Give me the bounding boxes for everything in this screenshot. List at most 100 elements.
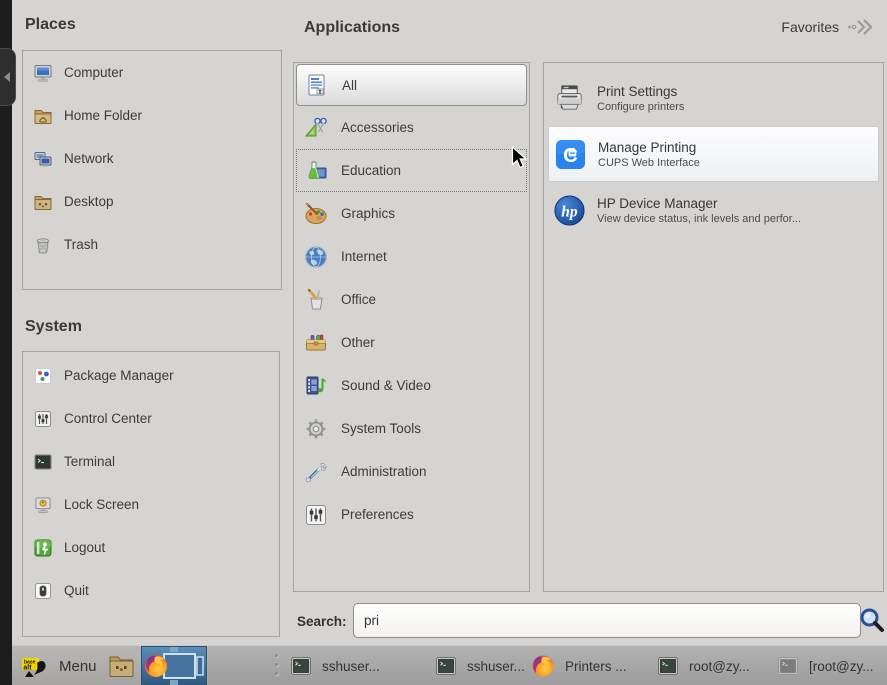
category-label: Education (341, 163, 401, 178)
app-manage-printing[interactable]: C Manage Printing CUPS Web Interface (548, 126, 879, 182)
office-icon (303, 287, 329, 313)
category-label: Administration (341, 464, 427, 479)
firefox-icon (531, 654, 555, 678)
search-icon[interactable] (858, 606, 886, 634)
system-item-label: Logout (64, 540, 105, 555)
taskbar-window-terminal-3[interactable]: root@zy... (657, 650, 750, 682)
terminal-icon (777, 655, 799, 677)
system-box: Package Manager Control Center Terminal … (22, 351, 280, 637)
category-accessories[interactable]: Accessories (296, 106, 527, 149)
accessories-icon (303, 115, 329, 141)
panel-hide-tab[interactable] (0, 48, 16, 106)
system-item-lock-screen[interactable]: Lock Screen (23, 483, 279, 526)
taskbar-window-label: [root@zy... (809, 659, 873, 674)
workspace-switcher[interactable] (141, 646, 207, 685)
place-item-label: Desktop (64, 194, 114, 209)
category-all[interactable]: All (296, 64, 527, 106)
system-item-package-manager[interactable]: Package Manager (23, 354, 279, 397)
education-icon (303, 158, 329, 184)
sound-video-icon (303, 373, 329, 399)
place-item-label: Home Folder (64, 108, 142, 123)
all-applications-icon (304, 72, 330, 98)
system-item-quit[interactable]: Quit (23, 569, 279, 612)
taskbar-window-printers-firefox[interactable]: Printers ... (531, 650, 627, 682)
category-label: Other (341, 335, 375, 350)
app-title: Print Settings (597, 84, 684, 99)
system-item-terminal[interactable]: Terminal (23, 440, 279, 483)
manage-printing-cups-icon: C (554, 138, 587, 171)
category-sound-video[interactable]: Sound & Video (296, 364, 527, 407)
place-item-network[interactable]: Network (23, 137, 281, 180)
workspace-windows-icon (142, 647, 206, 685)
network-icon (33, 149, 53, 169)
package-manager-icon (33, 366, 53, 386)
system-item-label: Terminal (64, 454, 115, 469)
taskbar-drag-handle[interactable] (275, 654, 279, 678)
category-administration[interactable]: Administration (296, 450, 527, 493)
desktop-folder-icon (33, 192, 53, 212)
terminal-icon (290, 655, 312, 677)
internet-icon (303, 244, 329, 270)
category-education[interactable]: Education (296, 149, 527, 192)
lock-screen-icon (33, 495, 53, 515)
desktop-folder-launcher-icon[interactable] (108, 654, 135, 678)
place-item-desktop[interactable]: Desktop (23, 180, 281, 223)
category-office[interactable]: Office (296, 278, 527, 321)
app-hp-device-manager[interactable]: hp HP Device Manager View device status,… (548, 182, 879, 238)
administration-icon (303, 459, 329, 485)
category-label: Graphics (341, 206, 395, 221)
place-item-trash[interactable]: Trash (23, 223, 281, 266)
taskbar-window-terminal-2[interactable]: sshuser... (435, 650, 525, 682)
system-item-logout[interactable]: Logout (23, 526, 279, 569)
app-title: Manage Printing (598, 140, 700, 155)
other-icon (303, 330, 329, 356)
terminal-icon (657, 655, 679, 677)
category-label: Internet (341, 249, 387, 264)
category-other[interactable]: Other (296, 321, 527, 364)
taskbar-window-terminal-4[interactable]: [root@zy... (777, 650, 873, 682)
place-item-label: Computer (64, 65, 123, 80)
system-tools-icon (303, 416, 329, 442)
category-graphics[interactable]: Graphics (296, 192, 527, 235)
places-box: Computer Home Folder Network Desktop Tra… (22, 50, 282, 290)
place-item-home[interactable]: Home Folder (23, 94, 281, 137)
system-title: System (25, 318, 82, 336)
place-item-label: Trash (64, 237, 98, 252)
place-item-computer[interactable]: Computer (23, 51, 281, 94)
trash-icon (33, 235, 53, 255)
app-title: HP Device Manager (597, 196, 801, 211)
preferences-icon (303, 502, 329, 528)
firefox-icon (145, 655, 167, 677)
taskbar-window-terminal-1[interactable]: sshuser... (290, 650, 380, 682)
system-item-label: Lock Screen (64, 497, 139, 512)
svg-text:hp: hp (561, 203, 578, 220)
favorites-button[interactable]: Favorites (781, 18, 873, 36)
category-label: Sound & Video (341, 378, 431, 393)
basealt-menu-icon: basealt (21, 653, 50, 680)
taskbar-window-label: root@zy... (689, 659, 750, 674)
category-system-tools[interactable]: System Tools (296, 407, 527, 450)
home-folder-icon (33, 106, 53, 126)
category-internet[interactable]: Internet (296, 235, 527, 278)
print-settings-icon (553, 82, 586, 115)
app-print-settings[interactable]: Print Settings Configure printers (548, 70, 879, 126)
terminal-icon (33, 452, 53, 472)
category-preferences[interactable]: Preferences (296, 493, 527, 536)
categories-box: All Accessories Education Graphics Inter… (293, 62, 530, 592)
app-subtitle: CUPS Web Interface (598, 157, 700, 169)
places-title: Places (25, 16, 76, 34)
menu-button[interactable]: basealt Menu (21, 651, 97, 681)
control-center-icon (33, 409, 53, 429)
search-input[interactable] (353, 603, 861, 638)
system-item-label: Control Center (64, 411, 152, 426)
category-label: Office (341, 292, 376, 307)
quit-icon (33, 581, 53, 601)
taskbar-window-label: sshuser... (322, 659, 380, 674)
search-label: Search: (297, 614, 347, 629)
category-label: Preferences (341, 507, 414, 522)
system-item-control-center[interactable]: Control Center (23, 397, 279, 440)
category-label: Accessories (341, 120, 414, 135)
category-label: All (342, 78, 357, 93)
system-item-label: Quit (64, 583, 89, 598)
taskbar-panel: basealt Menu sshuser... sshuser... Print… (12, 645, 887, 685)
